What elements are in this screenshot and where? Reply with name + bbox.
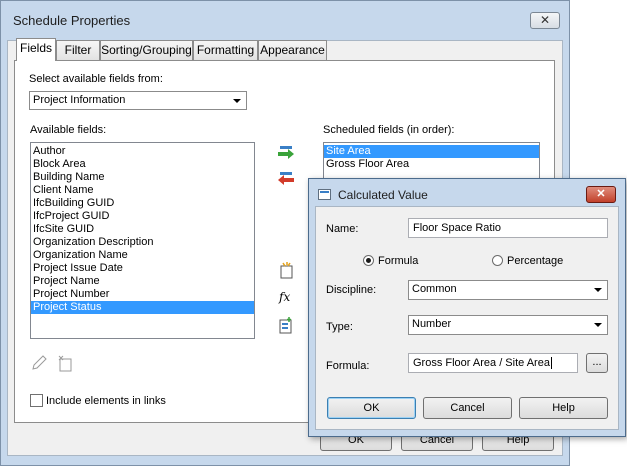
formula-browse-button[interactable]: ...	[586, 353, 608, 373]
calculated-value-button[interactable]: fx	[279, 290, 293, 304]
tab-fields[interactable]: Fields	[16, 38, 56, 61]
type-dropdown[interactable]: Number	[408, 315, 608, 335]
include-links-label: Include elements in links	[46, 395, 166, 407]
scheduled-fields-label: Scheduled fields (in order):	[323, 124, 455, 136]
percentage-radio-label: Percentage	[507, 255, 564, 267]
available-field-item[interactable]: Organization Description	[31, 236, 254, 249]
dialog-window-icon	[318, 189, 331, 200]
delete-field-button[interactable]	[56, 354, 74, 372]
chevron-down-icon	[233, 99, 241, 103]
formula-radio-label: Formula	[378, 255, 419, 267]
delete-parameter-icon	[58, 355, 72, 372]
select-from-dropdown[interactable]: Project Information	[29, 91, 247, 110]
available-fields-list[interactable]: Author Block Area Building Name Client Name…	[30, 142, 255, 339]
discipline-label: Discipline:	[326, 284, 377, 296]
available-field-item[interactable]: Building Name	[31, 171, 254, 184]
scheduled-field-item[interactable]: Gross Floor Area	[324, 158, 539, 171]
scheduled-fields-list[interactable]: Site Area Gross Floor Area	[323, 142, 540, 182]
add-field-button[interactable]	[277, 144, 295, 162]
discipline-value: Common	[412, 283, 457, 295]
text-cursor	[550, 357, 552, 369]
available-field-item[interactable]: IfcProject GUID	[31, 210, 254, 223]
remove-field-button[interactable]	[277, 170, 295, 188]
available-field-item[interactable]: Client Name	[31, 184, 254, 197]
select-from-label: Select available fields from:	[29, 73, 163, 85]
available-field-item[interactable]: Author	[31, 145, 254, 158]
available-field-item[interactable]: Project Number	[31, 288, 254, 301]
chevron-down-icon	[594, 288, 602, 292]
tab-formatting[interactable]: Formatting	[193, 40, 258, 60]
name-label: Name:	[326, 223, 359, 235]
calc-ok-button[interactable]: OK	[327, 397, 416, 419]
tab-filter[interactable]: Filter	[56, 40, 100, 60]
available-field-item[interactable]: Block Area	[31, 158, 254, 171]
combine-parameters-icon	[279, 317, 292, 334]
combine-parameters-button[interactable]	[278, 316, 294, 334]
type-value: Number	[412, 318, 452, 330]
arrow-left-icon	[278, 172, 294, 185]
formula-field[interactable]: Gross Floor Area / Site Area	[408, 353, 578, 373]
available-fields-label: Available fields:	[30, 124, 107, 136]
calc-cancel-button[interactable]: Cancel	[423, 397, 512, 419]
close-icon: ✕	[596, 188, 606, 200]
available-field-item[interactable]: Project Issue Date	[31, 262, 254, 275]
formula-label: Formula:	[326, 360, 370, 372]
name-field[interactable]: Floor Space Ratio	[408, 218, 608, 238]
close-icon: ✕	[539, 13, 551, 27]
include-links-checkbox[interactable]	[30, 394, 43, 407]
discipline-dropdown[interactable]: Common	[408, 280, 608, 300]
dialog-title: Schedule Properties	[13, 13, 131, 28]
close-button[interactable]: ✕	[530, 12, 560, 29]
formula-radio[interactable]	[363, 255, 374, 266]
arrow-right-icon	[278, 146, 294, 159]
edit-field-button[interactable]	[30, 354, 48, 372]
percentage-radio[interactable]	[492, 255, 503, 266]
available-field-item[interactable]: IfcSite GUID	[31, 223, 254, 236]
available-field-item[interactable]: IfcBuilding GUID	[31, 197, 254, 210]
calc-close-button[interactable]: ✕	[586, 186, 616, 203]
add-parameter-button[interactable]	[278, 261, 294, 279]
available-field-item[interactable]: Project Name	[31, 275, 254, 288]
scheduled-field-item[interactable]: Site Area	[324, 145, 539, 158]
available-field-item[interactable]: Organization Name	[31, 249, 254, 262]
calc-help-button[interactable]: Help	[519, 397, 608, 419]
chevron-down-icon	[594, 323, 602, 327]
available-field-item[interactable]: Project Status	[31, 301, 254, 314]
type-label: Type:	[326, 321, 353, 333]
pencil-icon	[32, 355, 47, 370]
new-parameter-icon	[280, 262, 293, 279]
tab-appearance[interactable]: Appearance	[258, 40, 327, 60]
calc-dialog-title: Calculated Value	[338, 188, 428, 202]
function-icon: fx	[279, 290, 291, 304]
formula-value: Gross Floor Area / Site Area	[413, 357, 550, 369]
tab-sorting-grouping[interactable]: Sorting/Grouping	[100, 40, 193, 60]
select-from-value: Project Information	[33, 94, 126, 106]
